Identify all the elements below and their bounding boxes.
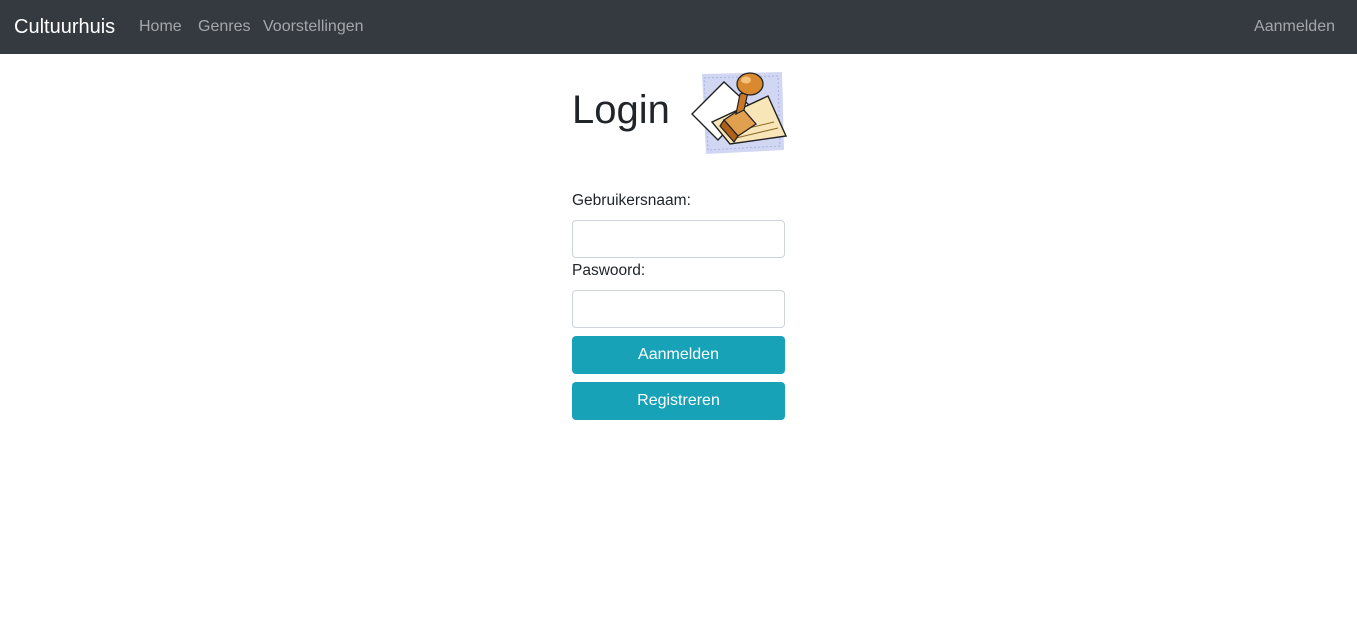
nav-genres-link[interactable]: Genres bbox=[198, 17, 250, 37]
rubber-stamp-icon bbox=[691, 72, 787, 154]
brand-link[interactable]: Cultuurhuis bbox=[14, 14, 115, 40]
username-input[interactable] bbox=[572, 220, 785, 258]
password-input[interactable] bbox=[572, 290, 785, 328]
username-label: Gebruikersnaam: bbox=[572, 192, 691, 209]
top-navbar: Cultuurhuis Home Genres Voorstellingen A… bbox=[0, 0, 1357, 54]
aanmelden-button[interactable]: Aanmelden bbox=[572, 336, 785, 374]
registreren-button[interactable]: Registreren bbox=[572, 382, 785, 420]
nav-home-link[interactable]: Home bbox=[139, 17, 182, 37]
page-title: Login bbox=[572, 88, 670, 132]
login-heading: Login bbox=[572, 70, 787, 160]
password-label: Paswoord: bbox=[572, 262, 646, 279]
nav-voorstellingen-link[interactable]: Voorstellingen bbox=[263, 17, 364, 37]
nav-aanmelden-link[interactable]: Aanmelden bbox=[1254, 17, 1335, 37]
